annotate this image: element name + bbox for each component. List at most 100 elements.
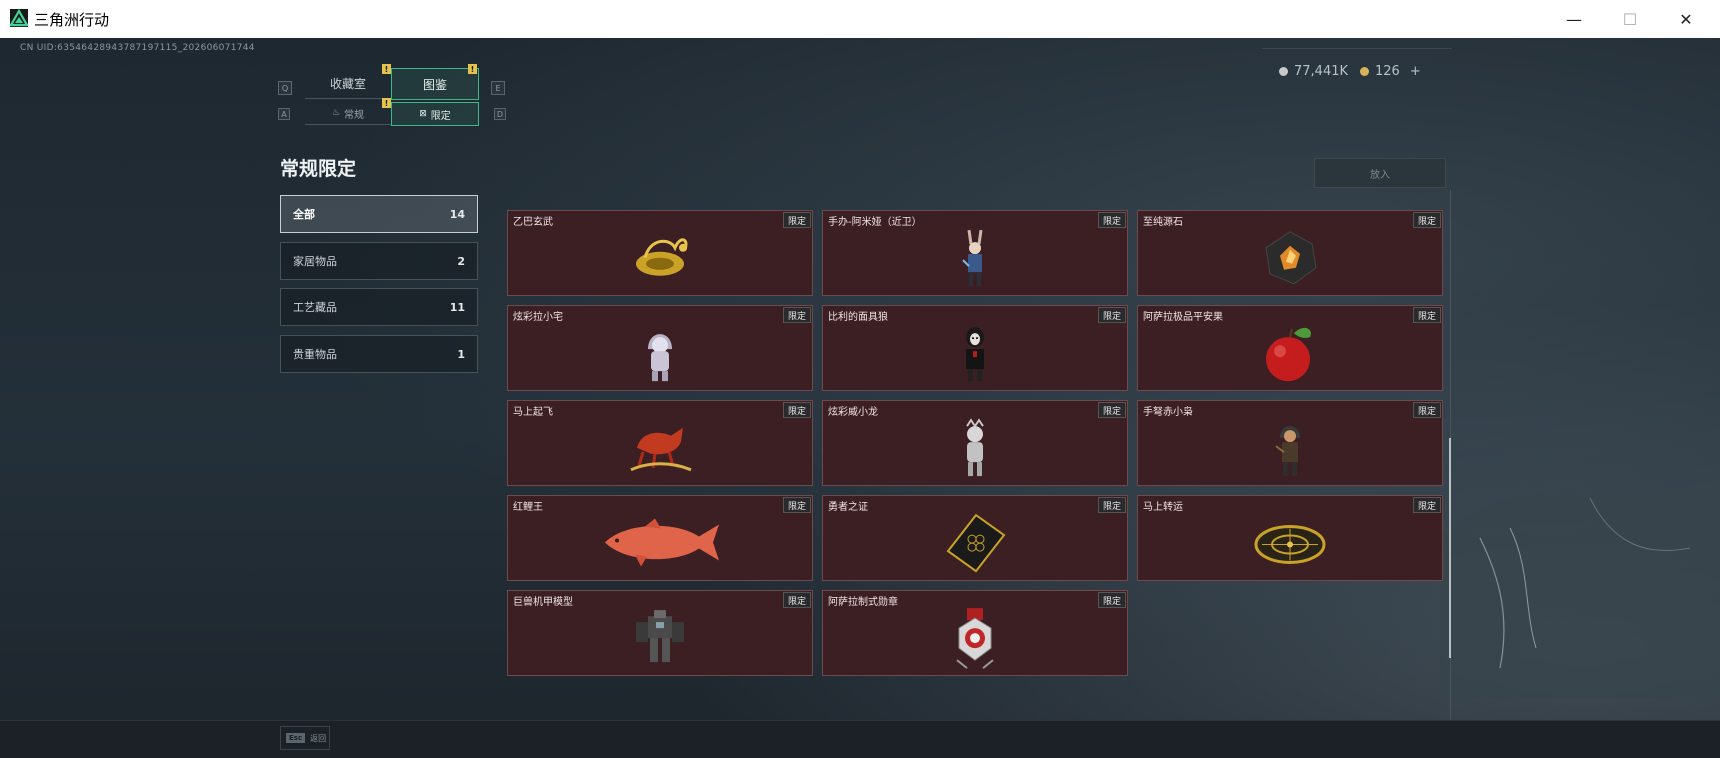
limited-tag: 限定 <box>782 497 811 513</box>
limited-tag: 限定 <box>1097 592 1126 608</box>
hooded-archer-icon <box>1275 426 1300 477</box>
medal-icon <box>956 608 994 669</box>
subtab-limited[interactable]: ⊠ 限定 <box>391 102 479 126</box>
item-card[interactable]: 马上起飞 限定 <box>507 400 813 486</box>
back-label: 返回 <box>310 733 327 743</box>
limited-tag: 限定 <box>1097 212 1126 228</box>
category-label: 全部 <box>293 208 315 221</box>
currency-tickets: 126 + <box>1360 64 1421 79</box>
category-home-items[interactable]: 家居物品 2 <box>280 242 478 280</box>
close-button[interactable]: ✕ <box>1658 0 1714 38</box>
item-card[interactable]: 手弩赤小枭 限定 <box>1137 400 1443 486</box>
item-card[interactable]: 巨兽机甲模型 限定 <box>507 590 813 676</box>
item-name: 马上转运 <box>1143 502 1183 513</box>
item-card[interactable]: 手办-阿米娅（近卫） 限定 <box>822 210 1128 296</box>
category-count: 1 <box>457 347 465 361</box>
scrollbar-thumb[interactable] <box>1449 438 1451 658</box>
item-card[interactable]: 阿萨拉极品平安果 限定 <box>1137 305 1443 391</box>
hooded-doll-icon <box>648 334 672 382</box>
limited-tag: 限定 <box>1412 212 1441 228</box>
item-name: 阿萨拉极品平安果 <box>1143 312 1223 323</box>
background-mountain <box>1440 478 1720 698</box>
item-name: 马上起飞 <box>513 407 553 418</box>
category-valuables[interactable]: 贵重物品 1 <box>280 335 478 373</box>
category-count: 2 <box>457 254 465 268</box>
limited-tag: 限定 <box>1412 307 1441 323</box>
limited-tag: 限定 <box>782 307 811 323</box>
item-card[interactable]: 至纯源石 限定 <box>1137 210 1443 296</box>
category-label: 工艺藏品 <box>293 301 337 314</box>
tab-label: 图鉴 <box>422 77 447 92</box>
tab-codex[interactable]: 图鉴 <box>391 68 479 100</box>
item-name: 比利的面具狼 <box>828 312 888 323</box>
red-carp-icon <box>605 518 719 567</box>
bunny-figure-icon <box>962 229 983 287</box>
tickets-value: 126 <box>1375 64 1400 79</box>
item-name: 乙巴玄武 <box>513 217 553 228</box>
red-horse-icon <box>630 427 692 472</box>
category-crafts[interactable]: 工艺藏品 11 <box>280 288 478 326</box>
limited-tag: 限定 <box>1412 402 1441 418</box>
item-name: 炫彩威小龙 <box>828 407 878 418</box>
tab-alert-badge: ! <box>468 64 477 74</box>
add-currency-button[interactable]: + <box>1410 64 1421 79</box>
category-label: 家居物品 <box>293 255 337 268</box>
category-count: 14 <box>449 207 465 221</box>
item-card[interactable]: 乙巴玄武 限定 <box>507 210 813 296</box>
key-hint-e: E <box>491 81 505 95</box>
mech-model-icon <box>636 610 684 663</box>
item-name: 手弩赤小枭 <box>1143 407 1193 418</box>
top-divider <box>1262 48 1452 49</box>
item-card[interactable]: 炫彩拉小宅 限定 <box>507 305 813 391</box>
limited-tag: 限定 <box>782 402 811 418</box>
golden-turtle-icon <box>636 238 688 276</box>
back-button[interactable]: Esc 返回 <box>280 726 330 750</box>
category-all[interactable]: 全部 14 <box>280 195 478 233</box>
game-viewport: CN UID:6354642894378719711​5_20260607174… <box>0 38 1720 758</box>
player-uid: CN UID:6354642894378719711​5_20260607174… <box>20 43 255 53</box>
subtab-label: 常规 <box>344 109 365 121</box>
limited-tag: 限定 <box>782 212 811 228</box>
limited-tag: 限定 <box>1097 307 1126 323</box>
limited-tag: 限定 <box>1097 402 1126 418</box>
category-count: 11 <box>449 300 465 314</box>
item-name: 勇者之证 <box>828 502 868 513</box>
hero-card-icon <box>946 513 1006 573</box>
item-card[interactable]: 勇者之证 限定 <box>822 495 1128 581</box>
frame-icon: ⊠ <box>419 109 427 119</box>
item-card[interactable]: 红鲤王 限定 <box>507 495 813 581</box>
item-card[interactable]: 炫彩威小龙 限定 <box>822 400 1128 486</box>
esc-key-hint: Esc <box>286 733 306 743</box>
tab-collection-room[interactable]: 收藏室 <box>305 68 391 99</box>
item-name: 红鲤王 <box>513 502 543 513</box>
item-card[interactable]: 比利的面具狼 限定 <box>822 305 1128 391</box>
currency-coins: 77,441K <box>1279 64 1348 79</box>
subtab-regular[interactable]: ♨ 常规 <box>305 102 391 125</box>
subtab-label: 限定 <box>430 110 451 122</box>
originium-icon <box>1265 231 1317 285</box>
key-hint-q: Q <box>278 81 292 95</box>
window-titlebar: 三角洲行动 — ☐ ✕ <box>0 0 1720 38</box>
silver-figure-icon <box>966 418 984 477</box>
tab-alert-badge: ! <box>382 64 391 74</box>
app-logo-icon <box>10 9 28 27</box>
item-card[interactable]: 阿萨拉制式勋章 限定 <box>822 590 1128 676</box>
item-name: 炫彩拉小宅 <box>513 312 563 323</box>
coin-icon <box>1279 67 1288 76</box>
masked-figure-icon <box>966 327 984 382</box>
item-grid: 乙巴玄武 限定 手办-阿米娅（近卫） 限定 至纯源石 限定 炫彩拉小宅 限定 比… <box>507 210 1443 728</box>
golden-disc-icon <box>1254 524 1326 564</box>
item-name: 手办-阿米娅（近卫） <box>828 217 922 228</box>
key-hint-d: D <box>494 108 506 120</box>
item-card[interactable]: 马上转运 限定 <box>1137 495 1443 581</box>
key-hint-a: A <box>278 108 290 120</box>
flame-icon: ♨ <box>331 108 341 118</box>
limited-tag: 限定 <box>1412 497 1441 513</box>
apple-icon <box>1266 327 1311 382</box>
item-name: 至纯源石 <box>1143 217 1183 228</box>
put-in-button[interactable]: 放入 <box>1314 158 1446 188</box>
maximize-button[interactable]: ☐ <box>1602 0 1658 38</box>
tab-label: 收藏室 <box>329 76 366 91</box>
coins-value: 77,441K <box>1294 64 1349 79</box>
minimize-button[interactable]: — <box>1546 0 1602 38</box>
